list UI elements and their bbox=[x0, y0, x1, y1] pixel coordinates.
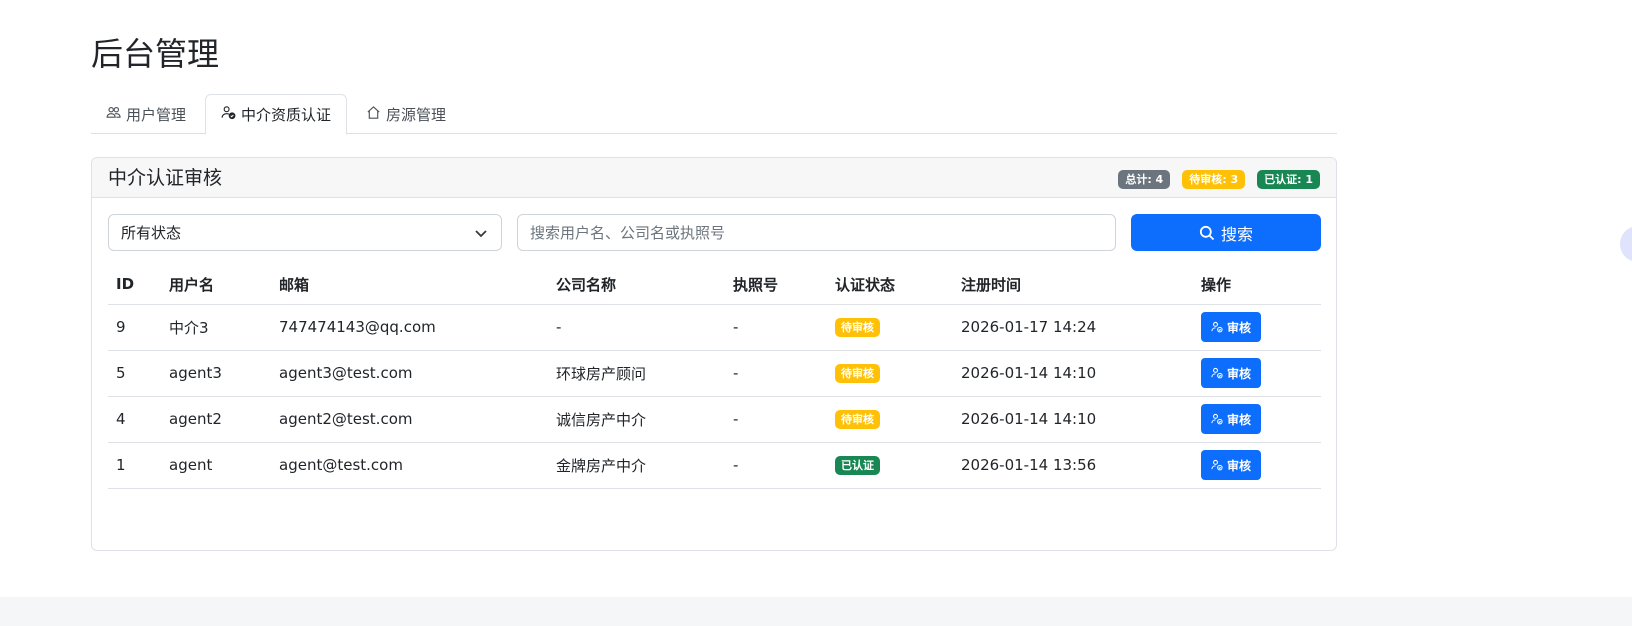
summary-badges: 总计: 4 待审核: 3 已认证: 1 bbox=[1118, 170, 1320, 189]
cell-id: 1 bbox=[108, 442, 161, 489]
person-check-icon bbox=[1211, 321, 1223, 333]
pending-count-badge: 待审核: 3 bbox=[1182, 170, 1246, 189]
cell-status: 待审核 bbox=[827, 304, 953, 351]
cell-registered: 2026-01-14 14:10 bbox=[953, 350, 1193, 397]
review-button[interactable]: 审核 bbox=[1201, 404, 1262, 434]
review-button[interactable]: 审核 bbox=[1201, 358, 1262, 388]
review-button-label: 审核 bbox=[1227, 412, 1252, 427]
tab-label: 房源管理 bbox=[386, 105, 447, 124]
chevron-down-icon bbox=[475, 230, 487, 238]
column-header-username: 用户名 bbox=[161, 265, 271, 305]
status-filter-value: 所有状态 bbox=[121, 224, 182, 242]
column-header-id: ID bbox=[108, 265, 161, 305]
cell-id: 4 bbox=[108, 396, 161, 443]
house-icon bbox=[366, 105, 381, 124]
search-icon bbox=[1199, 225, 1215, 240]
cell-status: 待审核 bbox=[827, 396, 953, 443]
review-button-label: 审核 bbox=[1227, 320, 1252, 335]
person-check-icon bbox=[1211, 367, 1223, 379]
cell-license: - bbox=[725, 396, 827, 443]
floating-action-edge[interactable] bbox=[1620, 226, 1632, 262]
cell-actions: 审核 bbox=[1193, 442, 1321, 489]
column-header-license: 执照号 bbox=[725, 265, 827, 305]
page-footer-strip bbox=[0, 597, 1632, 626]
cell-registered: 2026-01-17 14:24 bbox=[953, 304, 1193, 351]
status-badge: 已认证 bbox=[835, 456, 880, 475]
card-title: 中介认证审核 bbox=[108, 167, 223, 189]
agent-table: ID 用户名 邮箱 公司名称 执照号 认证状态 注册时间 操作 9 中介3 74… bbox=[108, 265, 1321, 489]
card-header: 中介认证审核 总计: 4 待审核: 3 已认证: 1 bbox=[92, 158, 1336, 198]
person-check-icon bbox=[1211, 459, 1223, 471]
status-badge: 待审核 bbox=[835, 410, 880, 429]
cell-actions: 审核 bbox=[1193, 304, 1321, 351]
cell-company: 环球房产顾问 bbox=[548, 350, 725, 397]
review-button-label: 审核 bbox=[1227, 458, 1252, 473]
tab-user-management[interactable]: 用户管理 bbox=[91, 94, 201, 134]
column-header-actions: 操作 bbox=[1193, 265, 1321, 305]
cell-license: - bbox=[725, 442, 827, 489]
cell-username: agent2 bbox=[161, 396, 271, 443]
cell-registered: 2026-01-14 13:56 bbox=[953, 442, 1193, 489]
table-row: 5 agent3 agent3@test.com 环球房产顾问 - 待审核 20… bbox=[108, 350, 1321, 397]
cell-status: 已认证 bbox=[827, 442, 953, 489]
review-button[interactable]: 审核 bbox=[1201, 312, 1262, 342]
column-header-email: 邮箱 bbox=[271, 265, 548, 305]
tab-label: 中介资质认证 bbox=[241, 106, 332, 124]
status-badge: 待审核 bbox=[835, 364, 880, 383]
tab-label: 用户管理 bbox=[126, 105, 187, 124]
cell-company: - bbox=[548, 304, 725, 351]
agent-review-card: 中介认证审核 总计: 4 待审核: 3 已认证: 1 所有状态 搜索用户名、公司… bbox=[91, 157, 1337, 551]
cell-email: 747474143@qq.com bbox=[271, 304, 548, 351]
cell-actions: 审核 bbox=[1193, 350, 1321, 397]
cell-id: 9 bbox=[108, 304, 161, 351]
search-button-label: 搜索 bbox=[1220, 224, 1253, 244]
review-button[interactable]: 审核 bbox=[1201, 450, 1262, 480]
cell-status: 待审核 bbox=[827, 350, 953, 397]
cell-username: agent bbox=[161, 442, 271, 489]
column-header-status: 认证状态 bbox=[827, 265, 953, 305]
cell-email: agent@test.com bbox=[271, 442, 548, 489]
cell-email: agent2@test.com bbox=[271, 396, 548, 443]
table-row: 9 中介3 747474143@qq.com - - 待审核 2026-01-1… bbox=[108, 304, 1321, 351]
status-filter-select[interactable]: 所有状态 bbox=[108, 214, 502, 251]
cell-id: 5 bbox=[108, 350, 161, 397]
cell-registered: 2026-01-14 14:10 bbox=[953, 396, 1193, 443]
person-check-icon bbox=[221, 105, 236, 124]
page-title: 后台管理 bbox=[91, 35, 220, 73]
tab-bar: 用户管理 中介资质认证 房源管理 bbox=[91, 94, 1337, 135]
search-button[interactable]: 搜索 bbox=[1131, 214, 1321, 251]
cell-username: 中介3 bbox=[161, 304, 271, 351]
table-row: 1 agent agent@test.com 金牌房产中介 - 已认证 2026… bbox=[108, 442, 1321, 489]
table-row: 4 agent2 agent2@test.com 诚信房产中介 - 待审核 20… bbox=[108, 396, 1321, 443]
cell-company: 金牌房产中介 bbox=[548, 442, 725, 489]
verified-count-badge: 已认证: 1 bbox=[1257, 170, 1320, 189]
cell-license: - bbox=[725, 350, 827, 397]
review-button-label: 审核 bbox=[1227, 366, 1252, 381]
cell-username: agent3 bbox=[161, 350, 271, 397]
cell-license: - bbox=[725, 304, 827, 351]
person-check-icon bbox=[1211, 413, 1223, 425]
total-count-badge: 总计: 4 bbox=[1118, 170, 1171, 189]
tab-property-management[interactable]: 房源管理 bbox=[351, 94, 461, 134]
tab-agent-certification[interactable]: 中介资质认证 bbox=[205, 94, 348, 135]
column-header-company: 公司名称 bbox=[548, 265, 725, 305]
column-header-registered: 注册时间 bbox=[953, 265, 1193, 305]
cell-actions: 审核 bbox=[1193, 396, 1321, 443]
table-header-row: ID 用户名 邮箱 公司名称 执照号 认证状态 注册时间 操作 bbox=[108, 265, 1321, 305]
cell-company: 诚信房产中介 bbox=[548, 396, 725, 443]
search-input[interactable] bbox=[517, 214, 1116, 251]
status-badge: 待审核 bbox=[835, 318, 880, 337]
cell-email: agent3@test.com bbox=[271, 350, 548, 397]
users-icon bbox=[106, 105, 121, 124]
